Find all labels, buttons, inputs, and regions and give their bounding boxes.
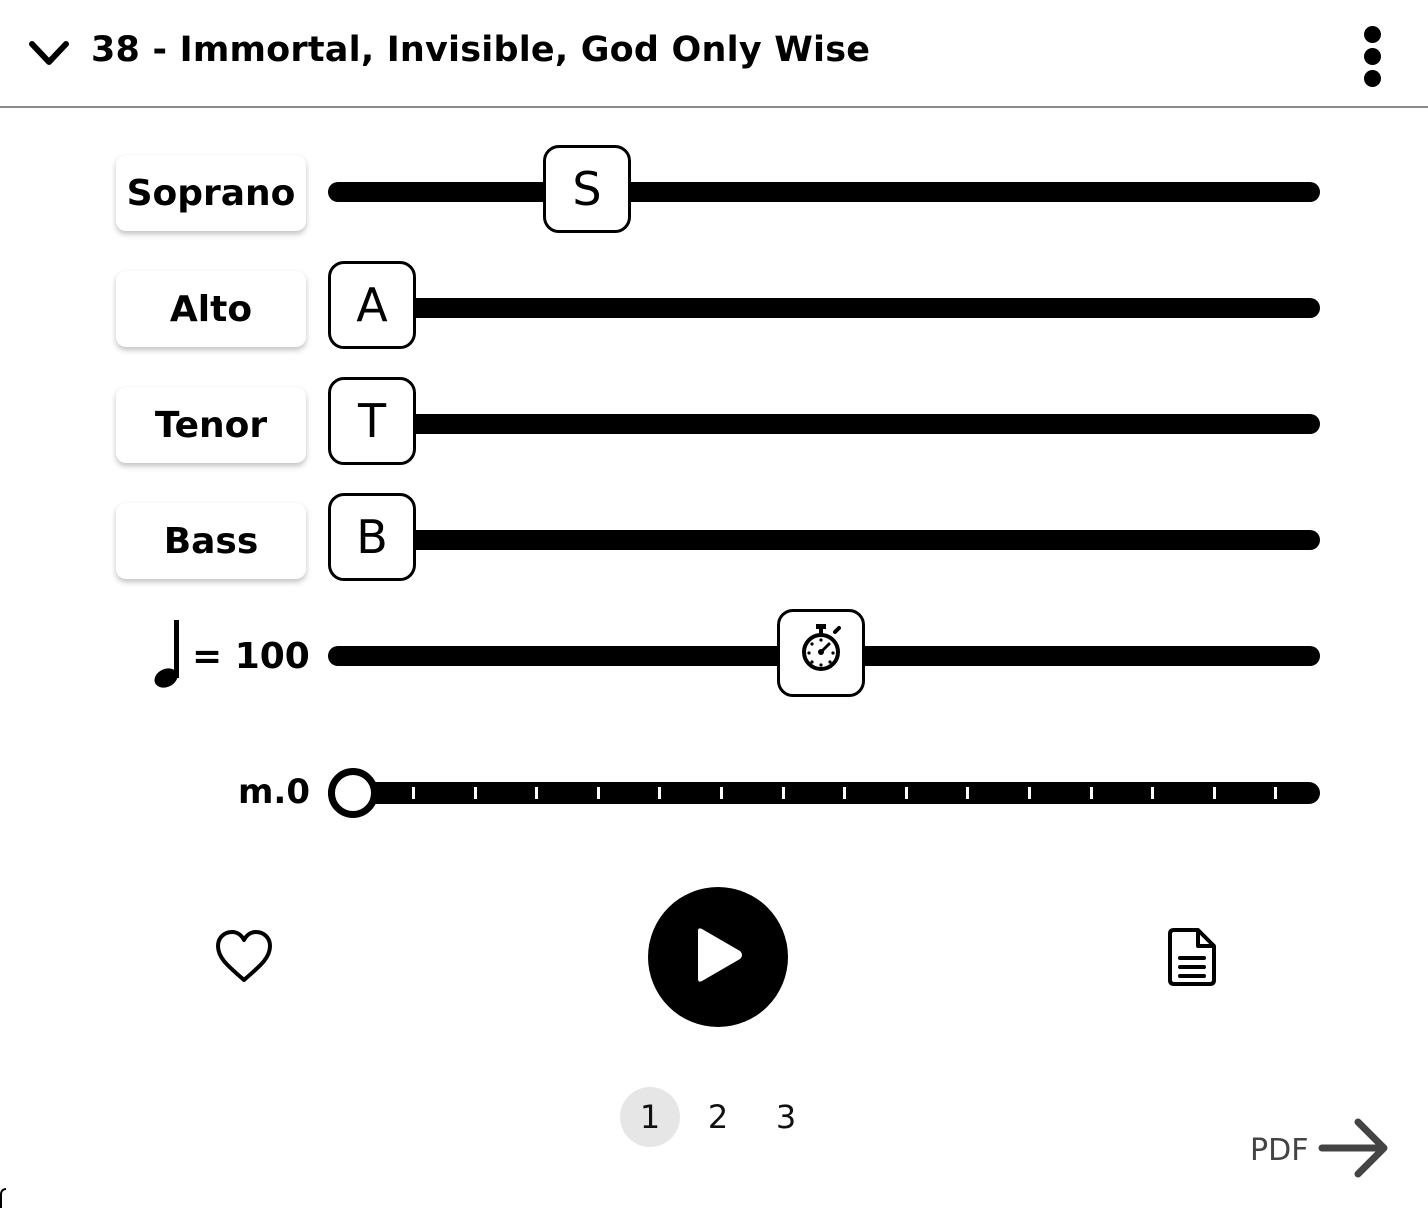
measure-tick <box>720 787 723 799</box>
arrow-right-icon <box>1318 1114 1390 1186</box>
heart-icon[interactable] <box>214 928 274 988</box>
voice-button-bass[interactable]: Bass <box>116 503 306 579</box>
tempo-display: = 100 <box>150 620 310 692</box>
play-icon <box>690 925 746 989</box>
quarter-note-icon <box>150 618 186 694</box>
measure-tick <box>658 787 662 799</box>
stopwatch-icon <box>797 622 845 685</box>
voice-button-alto[interactable]: Alto <box>116 271 306 347</box>
measure-tick <box>1274 787 1278 799</box>
measure-tick <box>843 787 847 799</box>
tempo-value: = 100 <box>192 635 310 677</box>
page-1-button[interactable]: 1 <box>620 1087 680 1147</box>
more-vertical-icon[interactable] <box>1362 26 1382 88</box>
window-corner <box>0 1188 6 1208</box>
soprano-volume-track[interactable] <box>328 182 1320 202</box>
tempo-thumb[interactable] <box>777 609 865 697</box>
measure-track[interactable] <box>328 782 1339 804</box>
measure-tick <box>412 787 415 799</box>
document-icon[interactable] <box>1166 926 1218 992</box>
measure-tick <box>473 787 477 799</box>
measure-tick <box>904 787 908 799</box>
measure-tick <box>1212 787 1216 799</box>
alto-volume-track[interactable] <box>328 298 1320 318</box>
page-2-button[interactable]: 2 <box>688 1087 748 1147</box>
measure-tick <box>781 787 785 799</box>
song-title: 38 - Immortal, Invisible, God Only Wise <box>91 30 871 70</box>
measure-tick <box>596 787 600 799</box>
pdf-label: PDF <box>1250 1132 1309 1168</box>
header-bar: 38 - Immortal, Invisible, God Only Wise <box>0 0 1428 108</box>
bass-volume-track[interactable] <box>328 530 1320 550</box>
chevron-down-icon[interactable] <box>28 38 70 72</box>
bass-volume-thumb[interactable]: B <box>328 493 416 581</box>
measure-tick <box>1336 787 1339 799</box>
measure-tick <box>966 787 970 799</box>
pdf-button[interactable]: PDF <box>1250 1114 1390 1186</box>
page-indicator: 1 2 3 <box>620 1087 824 1147</box>
voice-button-tenor[interactable]: Tenor <box>116 387 306 463</box>
measure-tick <box>1089 787 1093 799</box>
voice-button-soprano[interactable]: Soprano <box>116 155 306 231</box>
play-button[interactable] <box>648 887 788 1027</box>
measure-tick <box>1028 787 1031 799</box>
measure-thumb[interactable] <box>328 768 378 818</box>
measure-tick <box>1151 787 1155 799</box>
measure-label: m.0 <box>238 772 311 812</box>
measure-tick <box>535 787 539 799</box>
soprano-volume-thumb[interactable]: S <box>543 145 631 233</box>
page-3-button[interactable]: 3 <box>756 1087 816 1147</box>
alto-volume-thumb[interactable]: A <box>328 261 416 349</box>
tenor-volume-track[interactable] <box>328 414 1320 434</box>
tenor-volume-thumb[interactable]: T <box>328 377 416 465</box>
